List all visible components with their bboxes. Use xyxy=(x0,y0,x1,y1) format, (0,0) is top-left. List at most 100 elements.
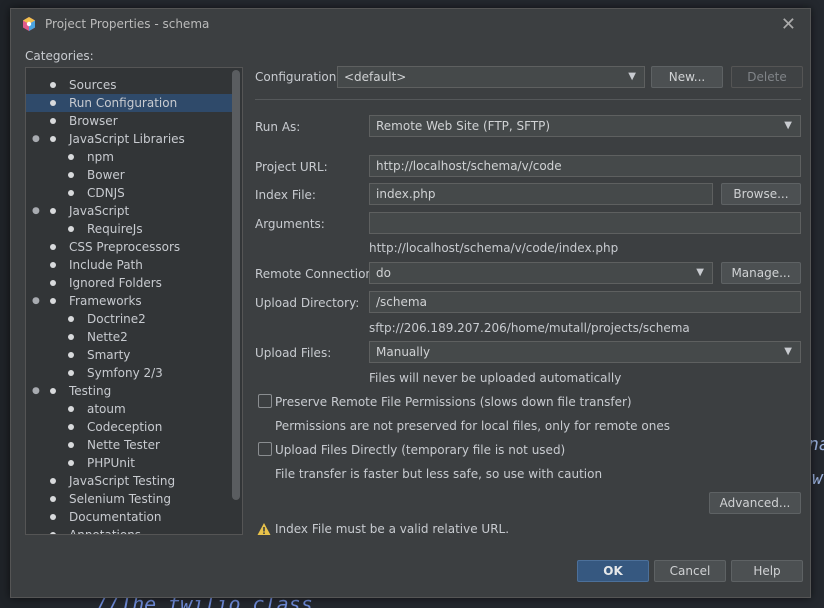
category-item[interactable]: ● JavaScript Libraries xyxy=(26,130,232,148)
upload-directory-input[interactable]: /schema xyxy=(369,291,801,313)
category-item[interactable]: npm xyxy=(26,148,232,166)
delete-configuration-button[interactable]: Delete xyxy=(731,66,803,88)
full-url-text: http://localhost/schema/v/code/index.php xyxy=(369,241,619,255)
category-item[interactable]: Sources xyxy=(26,76,232,94)
expand-toggle-icon[interactable]: ● xyxy=(32,387,40,396)
category-item[interactable]: Bower xyxy=(26,166,232,184)
tree-scrollbar[interactable] xyxy=(232,70,240,500)
category-item[interactable]: Ignored Folders xyxy=(26,274,232,292)
upload-directly-checkbox[interactable] xyxy=(258,442,272,456)
warning-icon xyxy=(257,523,271,535)
category-bullet-icon xyxy=(50,388,56,394)
category-item[interactable]: ● Frameworks xyxy=(26,292,232,310)
category-item[interactable]: Selenium Testing xyxy=(26,490,232,508)
editor-code-fragment: w xyxy=(812,468,823,489)
category-label: Documentation xyxy=(69,510,162,524)
close-icon[interactable]: ✕ xyxy=(781,14,796,35)
remote-connection-combo[interactable]: do ▼ xyxy=(369,262,713,284)
category-item[interactable]: Include Path xyxy=(26,256,232,274)
category-item[interactable]: CSS Preprocessors xyxy=(26,238,232,256)
run-as-combo[interactable]: Remote Web Site (FTP, SFTP) ▼ xyxy=(369,115,801,137)
category-label: Include Path xyxy=(69,258,143,272)
category-bullet-icon xyxy=(50,478,56,484)
category-label: JavaScript xyxy=(69,204,130,218)
category-bullet-icon xyxy=(50,496,56,502)
category-bullet-icon xyxy=(50,280,56,286)
category-label: Nette Tester xyxy=(87,438,160,452)
ok-button[interactable]: OK xyxy=(577,560,649,582)
configuration-label: Configuration: xyxy=(255,70,341,84)
chevron-down-icon: ▼ xyxy=(784,120,792,131)
category-item[interactable]: Codeception xyxy=(26,418,232,436)
upload-directly-label[interactable]: Upload Files Directly (temporary file is… xyxy=(275,443,565,457)
category-item[interactable]: JavaScript Testing xyxy=(26,472,232,490)
category-label: Smarty xyxy=(87,348,131,362)
remote-connection-value: do xyxy=(376,266,391,280)
category-item[interactable]: Symfony 2/3 xyxy=(26,364,232,382)
category-label: Browser xyxy=(69,114,118,128)
index-file-input[interactable]: index.php xyxy=(369,183,713,205)
category-item[interactable]: Annotations xyxy=(26,526,232,535)
category-bullet-icon xyxy=(68,226,74,232)
category-bullet-icon xyxy=(68,370,74,376)
category-label: Sources xyxy=(69,78,117,92)
upload-files-label: Upload Files: xyxy=(255,346,332,360)
configuration-combo[interactable]: <default> ▼ xyxy=(337,66,645,88)
category-item[interactable]: Browser xyxy=(26,112,232,130)
category-bullet-icon xyxy=(68,154,74,160)
expand-toggle-icon[interactable]: ● xyxy=(32,207,40,216)
category-bullet-icon xyxy=(50,298,56,304)
category-label: npm xyxy=(87,150,114,164)
category-bullet-icon xyxy=(68,190,74,196)
category-item[interactable]: RequireJs xyxy=(26,220,232,238)
advanced-button[interactable]: Advanced... xyxy=(709,492,801,514)
category-item[interactable]: ● Testing xyxy=(26,382,232,400)
expand-toggle-icon[interactable]: ● xyxy=(32,135,40,144)
preserve-permissions-checkbox[interactable] xyxy=(258,394,272,408)
help-button[interactable]: Help xyxy=(731,560,803,582)
category-item[interactable]: Nette2 xyxy=(26,328,232,346)
configuration-value: <default> xyxy=(344,70,407,84)
category-label: RequireJs xyxy=(87,222,143,236)
new-configuration-button[interactable]: New... xyxy=(651,66,723,88)
project-url-input[interactable]: http://localhost/schema/v/code xyxy=(369,155,801,177)
category-label: JavaScript Testing xyxy=(69,474,176,488)
category-item[interactable]: PHPUnit xyxy=(26,454,232,472)
category-label: CSS Preprocessors xyxy=(69,240,181,254)
category-item[interactable]: Run Configuration xyxy=(26,94,232,112)
categories-label: Categories: xyxy=(25,49,94,63)
category-item[interactable]: Doctrine2 xyxy=(26,310,232,328)
category-item[interactable]: ● JavaScript xyxy=(26,202,232,220)
run-as-value: Remote Web Site (FTP, SFTP) xyxy=(376,119,551,133)
warning-message: Index File must be a valid relative URL. xyxy=(275,522,510,536)
expand-toggle-icon[interactable]: ● xyxy=(32,297,40,306)
category-bullet-icon xyxy=(50,118,56,124)
category-item[interactable]: Smarty xyxy=(26,346,232,364)
netbeans-app-icon xyxy=(23,17,35,31)
arguments-input[interactable] xyxy=(369,212,801,234)
category-item[interactable]: Nette Tester xyxy=(26,436,232,454)
upload-files-combo[interactable]: Manually ▼ xyxy=(369,341,801,363)
arguments-label: Arguments: xyxy=(255,217,325,231)
category-item[interactable]: CDNJS xyxy=(26,184,232,202)
categories-tree[interactable]: Sources Run Configuration Browser ● JavaScri… xyxy=(25,67,243,535)
category-label: Run Configuration xyxy=(69,96,178,110)
category-item[interactable]: Documentation xyxy=(26,508,232,526)
category-bullet-icon xyxy=(68,334,74,340)
category-label: Selenium Testing xyxy=(69,492,171,506)
window-title: Project Properties - schema xyxy=(45,17,210,31)
cancel-button[interactable]: Cancel xyxy=(654,560,726,582)
category-label: JavaScript Libraries xyxy=(69,132,185,146)
category-label: Symfony 2/3 xyxy=(87,366,163,380)
category-item[interactable]: atoum xyxy=(26,400,232,418)
category-label: Annotations xyxy=(69,528,142,535)
category-label: Codeception xyxy=(87,420,163,434)
category-bullet-icon xyxy=(68,406,74,412)
category-bullet-icon xyxy=(50,244,56,250)
preserve-permissions-label[interactable]: Preserve Remote File Permissions (slows … xyxy=(275,395,632,409)
category-label: atoum xyxy=(87,402,126,416)
browse-button[interactable]: Browse... xyxy=(721,183,801,205)
title-bar[interactable]: Project Properties - schema ✕ xyxy=(11,9,810,39)
manage-button[interactable]: Manage... xyxy=(721,262,801,284)
category-label: PHPUnit xyxy=(87,456,135,470)
